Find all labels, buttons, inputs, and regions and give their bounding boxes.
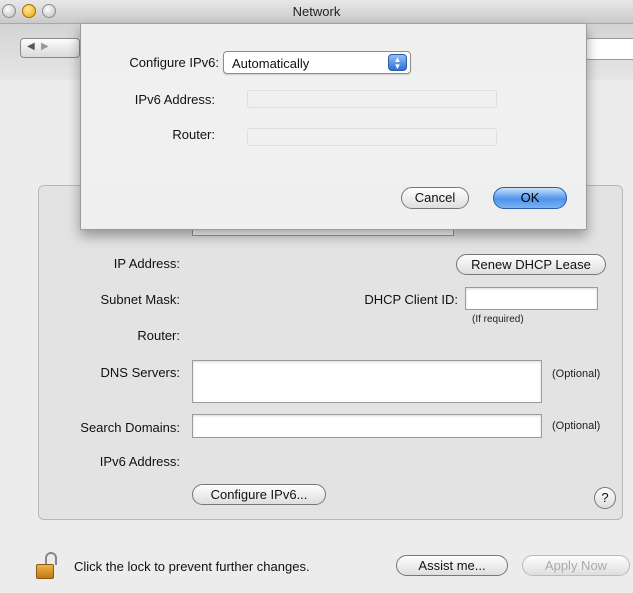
back-arrow-icon[interactable]: ◀ [27,41,35,52]
search-field[interactable] [580,38,633,60]
renew-dhcp-lease-button[interactable]: Renew DHCP Lease [456,254,606,275]
if-required-note: (If required) [472,314,524,325]
configure-ipv6-sheet: Configure IPv6: Automatically ▲ ▼ IPv6 Ad… [80,24,587,230]
search-domains-label: Search Domains: [80,420,180,435]
configure-ipv6-value: Automatically [232,56,310,71]
dhcp-client-id-input[interactable] [465,287,598,310]
ip-address-label: IP Address: [113,256,180,271]
subnet-mask-label: Subnet Mask: [100,292,181,307]
cancel-button[interactable]: Cancel [401,187,469,209]
dns-servers-input[interactable] [192,360,542,403]
search-domains-input[interactable] [192,414,542,438]
dns-optional-note: (Optional) [552,368,601,380]
assist-me-button[interactable]: Assist me... [396,555,508,576]
lock-text: Click the lock to prevent further change… [74,559,310,574]
window-title: Network [292,4,341,19]
back-forward-control[interactable]: ◀ ▶ [20,38,80,58]
search-optional-note: (Optional) [552,420,601,432]
configure-ipv6-label: Configure IPv6: [129,55,219,70]
ipv6-address-label: IPv6 Address: [99,454,180,469]
dns-servers-label: DNS Servers: [100,365,180,380]
dhcp-client-id-label: DHCP Client ID: [364,292,458,307]
sheet-ipv6-address-label: IPv6 Address: [134,92,215,107]
apply-now-button[interactable]: Apply Now [522,555,630,576]
ghost-location-popup [247,90,497,108]
forward-arrow-icon[interactable]: ▶ [41,41,49,52]
title-bar: Network [0,0,633,24]
configure-ipv6-button[interactable]: Configure IPv6... [192,484,326,505]
stepper-icon: ▲ ▼ [388,54,407,71]
sheet-router-label: Router: [172,127,215,142]
configure-ipv6-popup[interactable]: Automatically ▲ ▼ [223,51,411,74]
router-label: Router: [137,328,180,343]
ghost-show-popup [247,128,497,146]
help-icon[interactable]: ? [594,487,616,509]
ok-button[interactable]: OK [493,187,567,209]
lock-icon[interactable] [36,552,58,580]
